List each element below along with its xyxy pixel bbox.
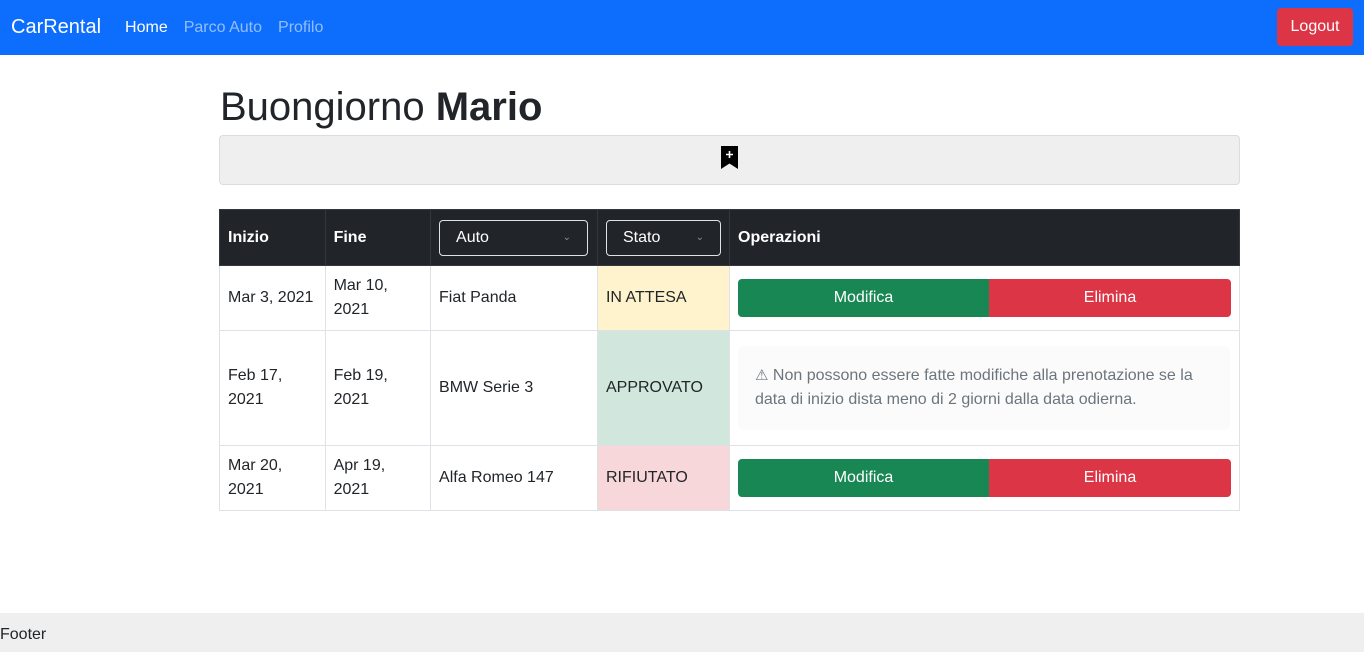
edit-button[interactable]: Modifica (738, 459, 989, 497)
header-stato: Stato ⌄ (596, 209, 731, 266)
table-row: Mar 20, 2021 Apr 19, 2021 Alfa Romeo 147… (219, 445, 1240, 511)
auto-filter-select[interactable]: Auto ⌄ (439, 219, 589, 256)
notice-text: Non possono essere fatte modifiche alla … (755, 367, 1193, 408)
car-name: Fiat Panda (430, 265, 598, 331)
status-badge: IN ATTESA (596, 265, 731, 331)
stato-filter-select[interactable]: Stato ⌄ (605, 219, 721, 256)
reservations-table: Inizio Fine Auto ⌄ Stato ⌄ Operazioni Ma… (219, 209, 1240, 511)
user-name: Mario (435, 85, 543, 129)
status-badge: APPROVATO (596, 330, 731, 446)
footer: Footer (0, 613, 1364, 652)
operations-cell: Modifica Elimina (729, 265, 1240, 331)
bookmark-plus-icon (720, 145, 739, 175)
header-operazioni: Operazioni (729, 209, 1240, 266)
header-auto: Auto ⌄ (430, 209, 598, 266)
end-date: Feb 19, 2021 (324, 330, 432, 446)
edit-button[interactable]: Modifica (738, 279, 989, 317)
auto-filter-label: Auto (456, 228, 489, 246)
end-date: Mar 10, 2021 (324, 265, 432, 331)
page-title: Buongiorno Mario (220, 84, 542, 130)
header-fine: Fine (324, 209, 432, 266)
operations-cell: ⚠ Non possono essere fatte modifiche all… (729, 330, 1240, 446)
greeting-prefix: Buongiorno (220, 85, 425, 129)
table-row: Mar 3, 2021 Mar 10, 2021 Fiat Panda IN A… (219, 265, 1240, 331)
table-header-row: Inizio Fine Auto ⌄ Stato ⌄ Operazioni (219, 209, 1240, 266)
delete-button[interactable]: Elimina (989, 279, 1231, 317)
nav-link-home[interactable]: Home (125, 19, 168, 37)
nav-link-parco-auto[interactable]: Parco Auto (184, 19, 262, 37)
add-reservation-button[interactable] (219, 135, 1240, 185)
chevron-down-icon: ⌄ (562, 232, 572, 243)
nav-link-profilo[interactable]: Profilo (278, 19, 323, 37)
delete-button[interactable]: Elimina (989, 459, 1231, 497)
operations-cell: Modifica Elimina (729, 445, 1240, 511)
footer-text: Footer (0, 626, 47, 643)
logout-button[interactable]: Logout (1277, 8, 1353, 46)
chevron-down-icon: ⌄ (695, 232, 704, 243)
brand-logo[interactable]: CarRental (11, 16, 101, 39)
operations-button-group: Modifica Elimina (738, 459, 1231, 497)
navbar: CarRental Home Parco Auto Profilo Logout (0, 0, 1364, 55)
car-name: Alfa Romeo 147 (430, 445, 598, 511)
warning-icon: ⚠ (755, 367, 769, 384)
stato-filter-label: Stato (622, 228, 661, 246)
operations-button-group: Modifica Elimina (738, 279, 1231, 317)
table-row: Feb 17, 2021 Feb 19, 2021 BMW Serie 3 AP… (219, 330, 1240, 446)
status-badge: RIFIUTATO (596, 445, 731, 511)
start-date: Feb 17, 2021 (219, 330, 326, 446)
header-inizio: Inizio (219, 209, 326, 266)
start-date: Mar 20, 2021 (219, 445, 326, 511)
car-name: BMW Serie 3 (430, 330, 598, 446)
start-date: Mar 3, 2021 (219, 265, 326, 331)
edit-restriction-notice: ⚠ Non possono essere fatte modifiche all… (738, 346, 1230, 430)
end-date: Apr 19, 2021 (324, 445, 432, 511)
